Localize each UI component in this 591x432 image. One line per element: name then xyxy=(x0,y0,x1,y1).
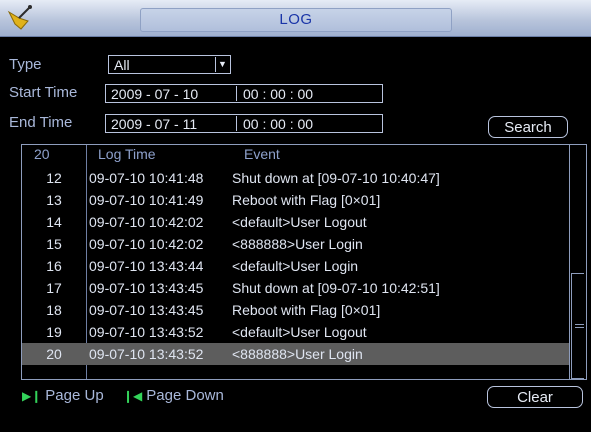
row-time: 09-07-10 10:42:02 xyxy=(89,214,204,230)
start-time-field[interactable]: 2009 - 07 - 10 00 : 00 : 00 xyxy=(105,84,383,103)
row-number: 19 xyxy=(46,324,62,340)
clear-button[interactable]: Clear xyxy=(487,386,583,408)
end-time-value: 00 : 00 : 00 xyxy=(243,116,314,132)
table-row[interactable]: 16 09-07-10 13:43:44 <default>User Login xyxy=(22,255,570,277)
table-row[interactable]: 13 09-07-10 10:41:49 Reboot with Flag [0… xyxy=(22,189,570,211)
table-row[interactable]: 15 09-07-10 10:42:02 <888888>User Login xyxy=(22,233,570,255)
table-row[interactable]: 17 09-07-10 13:43:45 Shut down at [09-07… xyxy=(22,277,570,299)
field-divider xyxy=(236,86,237,101)
field-divider xyxy=(236,116,237,131)
row-event: <888888>User Login xyxy=(232,346,363,362)
thumb-grip xyxy=(575,327,584,328)
row-event: <default>User Logout xyxy=(232,324,367,340)
row-number: 18 xyxy=(46,302,62,318)
start-time-value: 00 : 00 : 00 xyxy=(243,86,314,102)
chevron-down-icon[interactable]: ▼ xyxy=(215,57,229,72)
type-value: All xyxy=(114,57,130,73)
row-number: 15 xyxy=(46,236,62,252)
start-date-value: 2009 - 07 - 10 xyxy=(111,86,199,102)
row-time: 09-07-10 13:43:45 xyxy=(89,280,204,296)
page-down-label: Page Down xyxy=(146,387,224,404)
thumb-grip xyxy=(575,324,584,325)
row-number: 17 xyxy=(46,280,62,296)
row-time: 09-07-10 13:43:45 xyxy=(89,302,204,318)
row-event: <default>User Logout xyxy=(232,214,367,230)
next-page-icon: ▶❙ xyxy=(22,389,42,403)
scrollbar-thumb[interactable] xyxy=(571,273,584,379)
row-time: 09-07-10 13:43:52 xyxy=(89,346,204,362)
search-button[interactable]: Search xyxy=(488,116,568,138)
page-down-link[interactable]: ❙◀ Page Down xyxy=(123,387,224,404)
row-number: 16 xyxy=(46,258,62,274)
wrench-logo-icon xyxy=(7,5,32,30)
row-event: <888888>User Login xyxy=(232,236,363,252)
log-window: LOG Type All ▼ Start Time 2009 - 07 - 10… xyxy=(0,0,591,432)
row-number: 20 xyxy=(46,346,62,362)
row-time: 09-07-10 10:41:49 xyxy=(89,192,204,208)
page-up-label: Page Up xyxy=(45,387,104,404)
header-log-time: Log Time xyxy=(98,146,156,162)
row-event: Shut down at [09-07-10 10:40:47] xyxy=(232,170,440,186)
header-event: Event xyxy=(244,146,280,162)
vertical-scrollbar[interactable] xyxy=(569,145,586,379)
table-row[interactable]: 19 09-07-10 13:43:52 <default>User Logou… xyxy=(22,321,570,343)
row-number: 14 xyxy=(46,214,62,230)
end-date-value: 2009 - 07 - 11 xyxy=(111,116,198,132)
type-select[interactable]: All ▼ xyxy=(108,55,231,74)
row-event: <default>User Login xyxy=(232,258,359,274)
type-label: Type xyxy=(9,56,42,73)
row-time: 09-07-10 13:43:44 xyxy=(89,258,204,274)
title-bar: LOG xyxy=(0,0,591,37)
start-time-label: Start Time xyxy=(9,84,78,101)
table-row-selected[interactable]: 20 09-07-10 13:43:52 <888888>User Login xyxy=(22,343,570,365)
previous-page-icon: ❙◀ xyxy=(123,389,143,403)
end-time-label: End Time xyxy=(9,114,73,131)
log-table: 20 Log Time Event 12 09-07-10 10:41:48 S… xyxy=(21,144,587,380)
end-time-field[interactable]: 2009 - 07 - 11 00 : 00 : 00 xyxy=(105,114,383,133)
row-time: 09-07-10 13:43:52 xyxy=(89,324,204,340)
row-time: 09-07-10 10:42:02 xyxy=(89,236,204,252)
row-number: 12 xyxy=(46,170,62,186)
table-row[interactable]: 18 09-07-10 13:43:45 Reboot with Flag [0… xyxy=(22,299,570,321)
row-event: Shut down at [09-07-10 10:42:51] xyxy=(232,280,440,296)
header-record-count: 20 xyxy=(34,146,50,162)
row-time: 09-07-10 10:41:48 xyxy=(89,170,204,186)
table-row[interactable]: 12 09-07-10 10:41:48 Shut down at [09-07… xyxy=(22,167,570,189)
window-title: LOG xyxy=(140,8,452,32)
row-number: 13 xyxy=(46,192,62,208)
row-event: Reboot with Flag [0×01] xyxy=(232,302,381,318)
table-header: 20 Log Time Event xyxy=(22,145,570,163)
table-row[interactable]: 14 09-07-10 10:42:02 <default>User Logou… xyxy=(22,211,570,233)
row-event: Reboot with Flag [0×01] xyxy=(232,192,381,208)
page-up-link[interactable]: ▶❙ Page Up xyxy=(22,387,104,404)
